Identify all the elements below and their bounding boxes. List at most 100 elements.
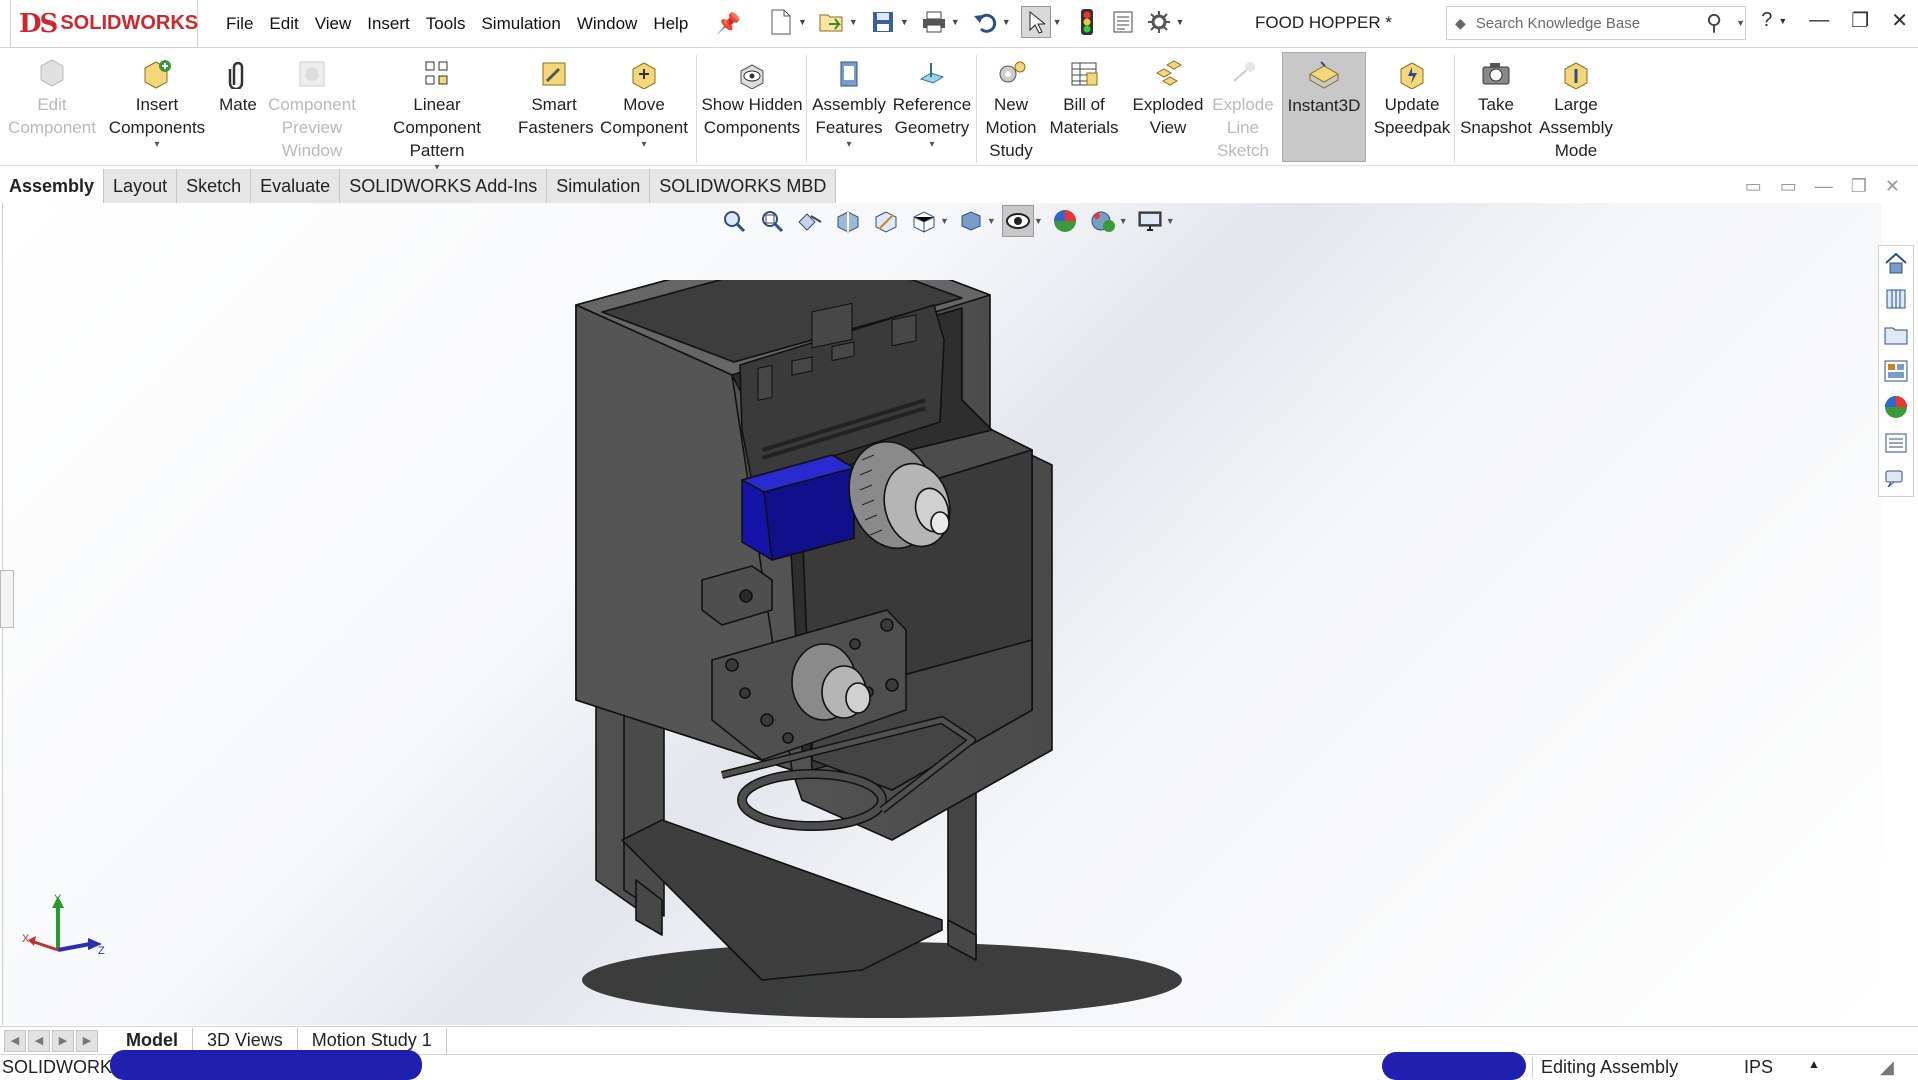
new-document-icon[interactable]	[766, 6, 796, 38]
tab-simulation[interactable]: Simulation	[547, 169, 651, 203]
apply-scene-dropdown-icon[interactable]: ▼	[1119, 216, 1128, 226]
custom-properties-icon[interactable]	[1879, 426, 1913, 460]
solidworks-logo[interactable]: DS SOLIDWORKS	[10, 0, 198, 48]
tab-layout[interactable]: Layout	[104, 169, 178, 203]
reference-geometry-button[interactable]: Reference Geometry ▾	[888, 57, 976, 151]
assembly-features-button[interactable]: Assembly Features ▾	[810, 57, 888, 151]
edit-appearance-icon[interactable]	[1049, 205, 1081, 237]
menu-insert[interactable]: Insert	[359, 14, 418, 34]
forum-icon[interactable]	[1879, 462, 1913, 496]
appearances-scenes-icon[interactable]	[1879, 390, 1913, 424]
file-explorer-icon[interactable]	[1879, 318, 1913, 352]
move-component-button[interactable]: Move Component ▾	[596, 57, 692, 151]
undo-icon[interactable]	[970, 6, 1000, 38]
open-dropdown-icon[interactable]: ▼	[849, 17, 858, 27]
bill-of-materials-button[interactable]: Bill of Materials	[1046, 57, 1122, 139]
print-dropdown-icon[interactable]: ▼	[951, 17, 960, 27]
tile-left-icon[interactable]: ▭	[1745, 176, 1762, 197]
tab-assembly[interactable]: Assembly	[0, 169, 105, 203]
tab-sketch[interactable]: Sketch	[177, 169, 252, 203]
food-hopper-model[interactable]	[562, 280, 1182, 1020]
tile-right-icon[interactable]: ▭	[1780, 176, 1797, 197]
take-snapshot-button[interactable]: Take Snapshot	[1458, 57, 1534, 139]
assembly-features-dropdown-icon[interactable]: ▾	[846, 139, 851, 151]
dynamic-annotation-icon[interactable]	[870, 205, 902, 237]
prev-tab-arrow-icon[interactable]: ◀	[28, 1029, 50, 1052]
apply-scene-icon[interactable]	[1087, 205, 1119, 237]
view-settings-icon[interactable]	[1134, 205, 1166, 237]
display-style-dropdown-icon[interactable]: ▼	[987, 216, 996, 226]
units-selector[interactable]: IPS	[1744, 1057, 1773, 1078]
edit-component-button[interactable]: Edit Component	[6, 57, 98, 139]
file-properties-icon[interactable]	[1108, 6, 1138, 38]
design-library-icon[interactable]	[1879, 282, 1913, 316]
component-preview-window-button[interactable]: Component Preview Window	[266, 57, 358, 162]
move-component-dropdown-icon[interactable]: ▾	[641, 139, 646, 151]
menu-tools[interactable]: Tools	[418, 14, 474, 34]
search-box[interactable]: ◆ Search Knowledge Base ⚲ ▼	[1446, 6, 1746, 40]
search-input[interactable]: Search Knowledge Base	[1476, 15, 1696, 32]
exploded-view-button[interactable]: Exploded View	[1126, 57, 1210, 139]
rebuild-traffic-light-icon[interactable]	[1072, 6, 1102, 38]
options-dropdown-icon[interactable]: ▼	[1176, 17, 1185, 27]
first-tab-arrow-icon[interactable]: ◀	[4, 1029, 26, 1052]
menu-edit[interactable]: Edit	[261, 14, 306, 34]
show-hidden-components-button[interactable]: Show Hidden Components	[700, 57, 804, 139]
select-dropdown-icon[interactable]: ▼	[1053, 17, 1062, 27]
undo-dropdown-icon[interactable]: ▼	[1002, 17, 1011, 27]
menu-window[interactable]: Window	[569, 14, 645, 34]
feature-manager-collapse-handle[interactable]	[0, 570, 14, 628]
previous-view-icon[interactable]	[794, 205, 826, 237]
insert-components-dropdown-icon[interactable]: ▾	[154, 139, 159, 151]
explode-line-sketch-button[interactable]: Explode Line Sketch	[1210, 57, 1276, 162]
reference-geometry-dropdown-icon[interactable]: ▾	[929, 139, 934, 151]
help-icon[interactable]: ?	[1761, 9, 1772, 32]
search-icon[interactable]: ⚲	[1706, 10, 1722, 36]
minimize-icon[interactable]: —	[1809, 9, 1829, 32]
view-palette-icon[interactable]	[1879, 354, 1913, 388]
print-icon[interactable]	[919, 6, 949, 38]
open-document-icon[interactable]	[817, 6, 847, 38]
view-orientation-dropdown-icon[interactable]: ▼	[940, 216, 949, 226]
section-view-icon[interactable]	[832, 205, 864, 237]
options-gear-icon[interactable]	[1144, 6, 1174, 38]
solidworks-resources-home-icon[interactable]	[1879, 246, 1913, 280]
units-dropdown-icon[interactable]: ▲	[1808, 1057, 1820, 1071]
mate-button[interactable]: Mate	[212, 57, 264, 116]
restore-icon[interactable]: ❐	[1851, 8, 1869, 33]
instant3d-button[interactable]: Instant3D	[1282, 52, 1366, 162]
linear-component-pattern-button[interactable]: Linear Component Pattern ▾	[364, 57, 510, 174]
menu-view[interactable]: View	[307, 14, 360, 34]
doc-minimize-icon[interactable]: —	[1815, 176, 1833, 197]
insert-components-button[interactable]: Insert Components ▾	[102, 57, 212, 151]
next-tab-arrow-icon[interactable]: ▶	[52, 1029, 74, 1052]
hide-show-dropdown-icon[interactable]: ▼	[1034, 216, 1043, 226]
doc-close-icon[interactable]: ✕	[1885, 176, 1900, 197]
last-tab-arrow-icon[interactable]: ▶	[76, 1029, 98, 1052]
smart-fasteners-button[interactable]: Smart Fasteners	[516, 57, 594, 139]
zoom-to-fit-icon[interactable]	[718, 205, 750, 237]
resize-grip-icon[interactable]: ◢	[1880, 1057, 1894, 1078]
hide-show-items-icon[interactable]	[1001, 205, 1034, 237]
tab-addins[interactable]: SOLIDWORKS Add-Ins	[340, 169, 548, 203]
help-dropdown-icon[interactable]: ▼	[1778, 16, 1787, 26]
update-speedpak-button[interactable]: Update Speedpak	[1370, 57, 1454, 139]
save-dropdown-icon[interactable]: ▼	[900, 17, 909, 27]
select-pointer-icon[interactable]	[1020, 6, 1051, 38]
tab-evaluate[interactable]: Evaluate	[251, 169, 341, 203]
close-icon[interactable]: ✕	[1891, 8, 1908, 33]
view-orientation-icon[interactable]	[908, 205, 940, 237]
pin-menu-icon[interactable]: 📌	[716, 11, 741, 36]
save-icon[interactable]	[868, 6, 898, 38]
view-settings-dropdown-icon[interactable]: ▼	[1166, 216, 1175, 226]
display-style-icon[interactable]	[955, 205, 987, 237]
large-assembly-mode-button[interactable]: Large Assembly Mode	[1536, 57, 1616, 162]
menu-file[interactable]: File	[218, 14, 261, 34]
zoom-to-area-icon[interactable]	[756, 205, 788, 237]
new-motion-study-button[interactable]: New Motion Study	[980, 57, 1042, 162]
doc-restore-icon[interactable]: ❐	[1851, 176, 1867, 197]
menu-help[interactable]: Help	[645, 14, 696, 34]
search-dropdown-icon[interactable]: ▼	[1736, 18, 1745, 28]
menu-simulation[interactable]: Simulation	[473, 14, 568, 34]
tab-mbd[interactable]: SOLIDWORKS MBD	[650, 169, 837, 203]
